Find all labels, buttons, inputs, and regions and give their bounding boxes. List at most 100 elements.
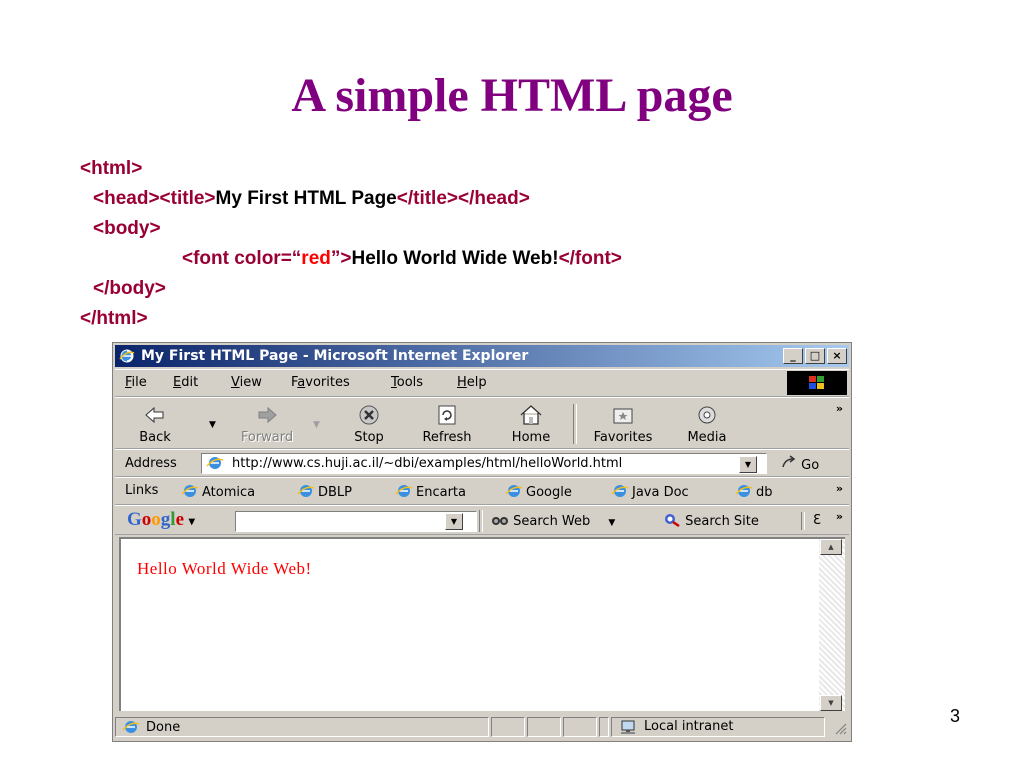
binoculars-icon [492,517,508,525]
hello-world-text: Hello World Wide Web! [137,559,312,578]
link-item[interactable]: db [735,483,773,500]
refresh-label: Refresh [422,430,472,445]
page-number: 3 [950,706,961,726]
link-item[interactable]: Google [505,483,572,500]
link-label: Atomica [202,485,256,500]
maximize-button[interactable]: □ [805,348,825,364]
toolbar-separator [479,510,483,532]
link-item[interactable]: Atomica [181,483,255,500]
favorites-icon [613,408,633,424]
go-button[interactable]: Go [781,455,819,473]
code-line: <font color=“red”>Hello World Wide Web!<… [182,244,622,274]
status-text: Done [146,720,181,735]
browser-window: My First HTML Page - Microsoft Internet … [112,342,852,742]
go-arrow-icon [782,455,796,468]
back-dropdown-icon[interactable]: ▼ [209,420,216,430]
favorites-button[interactable]: Favorites [593,402,653,446]
menu-file[interactable]: File [125,375,147,390]
google-logo[interactable]: Google ▾ [127,509,195,531]
back-button[interactable]: Back [125,402,185,446]
search-web-dropdown-icon[interactable]: ▼ [608,518,615,528]
stop-button[interactable]: Stop [339,402,399,446]
ie-page-icon [297,485,315,497]
search-site-button[interactable]: Search Site [663,513,759,529]
menu-help[interactable]: Help [457,375,487,390]
google-search-dropdown-button[interactable]: ▼ [445,513,463,530]
link-item[interactable]: Encarta [395,483,466,500]
favorites-label: Favorites [593,430,653,445]
links-more-chevron[interactable]: » [836,482,843,495]
standard-toolbar: Back ▼ Forward ▼ Stop Refresh Home Favor… [115,397,849,449]
refresh-button[interactable]: Refresh [417,402,477,446]
code-text: Hello World Wide Web! [351,248,559,269]
home-label: Home [511,430,551,445]
code-line: <head><title>My First HTML Page</title><… [93,184,530,214]
go-label: Go [801,458,820,473]
vertical-scrollbar[interactable]: ▲ ▼ [819,537,845,711]
address-dropdown-button[interactable]: ▼ [739,456,757,473]
search-web-button[interactable]: Search Web ▼ [491,513,615,529]
links-bar: Links Atomica DBLP Encarta Google Java Doc db… [115,477,849,505]
local-intranet-icon [621,720,635,734]
title-bar[interactable]: My First HTML Page - Microsoft Internet … [115,345,849,367]
scroll-up-button[interactable]: ▲ [820,539,842,555]
media-button[interactable]: Media [677,402,737,446]
forward-button[interactable]: Forward [237,402,297,446]
menu-edit[interactable]: Edit [173,375,198,390]
menu-tools[interactable]: Tools [391,375,423,390]
code-tag: </body> [93,278,166,299]
toolbar-separator [801,512,805,530]
code-attr-value: red [301,248,331,269]
forward-arrow-icon [258,406,277,424]
toolbar-more-chevron[interactable]: » [836,402,843,415]
close-button[interactable]: × [827,348,847,364]
google-menu-dropdown-icon[interactable]: ▾ [189,514,195,528]
google-logo-letter: G [127,509,142,530]
toolbar-separator [573,404,577,444]
home-icon [520,405,542,425]
status-pane [527,717,561,737]
code-tag: <body> [93,218,161,239]
code-text: My First HTML Page [215,188,397,209]
google-logo-letter: e [175,509,184,530]
code-tag: </html> [80,308,148,329]
google-toolbar-more-chevron[interactable]: » [836,510,843,523]
ie-page-icon [505,485,523,497]
page-content[interactable]: Hello World Wide Web! [119,537,819,711]
forward-dropdown-icon[interactable]: ▼ [313,420,320,430]
code-tag: <html> [80,158,143,179]
menu-view[interactable]: View [231,375,262,390]
ie-page-icon [181,485,199,497]
status-pane-main: Done [115,717,489,737]
scroll-down-button[interactable]: ▼ [820,695,842,711]
link-label: Java Doc [632,485,689,500]
code-line: </html> [80,304,148,334]
code-tag: </title></head> [396,188,530,209]
ie-logo-icon [119,349,135,363]
code-line: <body> [93,214,161,244]
window-title: My First HTML Page - Microsoft Internet … [141,348,529,364]
link-label: Encarta [416,485,466,500]
link-item[interactable]: Java Doc [611,483,689,500]
google-logo-letter: o [141,509,152,530]
forward-label: Forward [240,430,294,445]
search-web-label: Search Web [513,514,591,529]
address-bar: Address http://www.cs.huji.ac.il/~dbi/ex… [115,449,849,477]
status-bar: Done Local intranet [115,715,849,739]
home-button[interactable]: Home [501,402,561,446]
google-logo-letter: o [151,509,161,530]
resize-grip-icon[interactable] [833,721,847,735]
link-label: db [756,485,773,500]
ie-page-icon [122,721,140,733]
address-label: Address [125,456,177,471]
status-pane [599,717,609,737]
code-tag: </font> [558,248,622,269]
link-item[interactable]: DBLP [297,483,352,500]
address-input[interactable]: http://www.cs.huji.ac.il/~dbi/examples/h… [201,453,767,474]
status-zone-pane: Local intranet [611,717,825,737]
menu-favorites[interactable]: Favorites [291,375,350,390]
minimize-button[interactable]: _ [783,348,803,364]
google-search-input[interactable] [235,511,477,532]
status-pane [491,717,525,737]
google-toolbar-trailing-icon[interactable]: Ɛ [813,513,821,528]
